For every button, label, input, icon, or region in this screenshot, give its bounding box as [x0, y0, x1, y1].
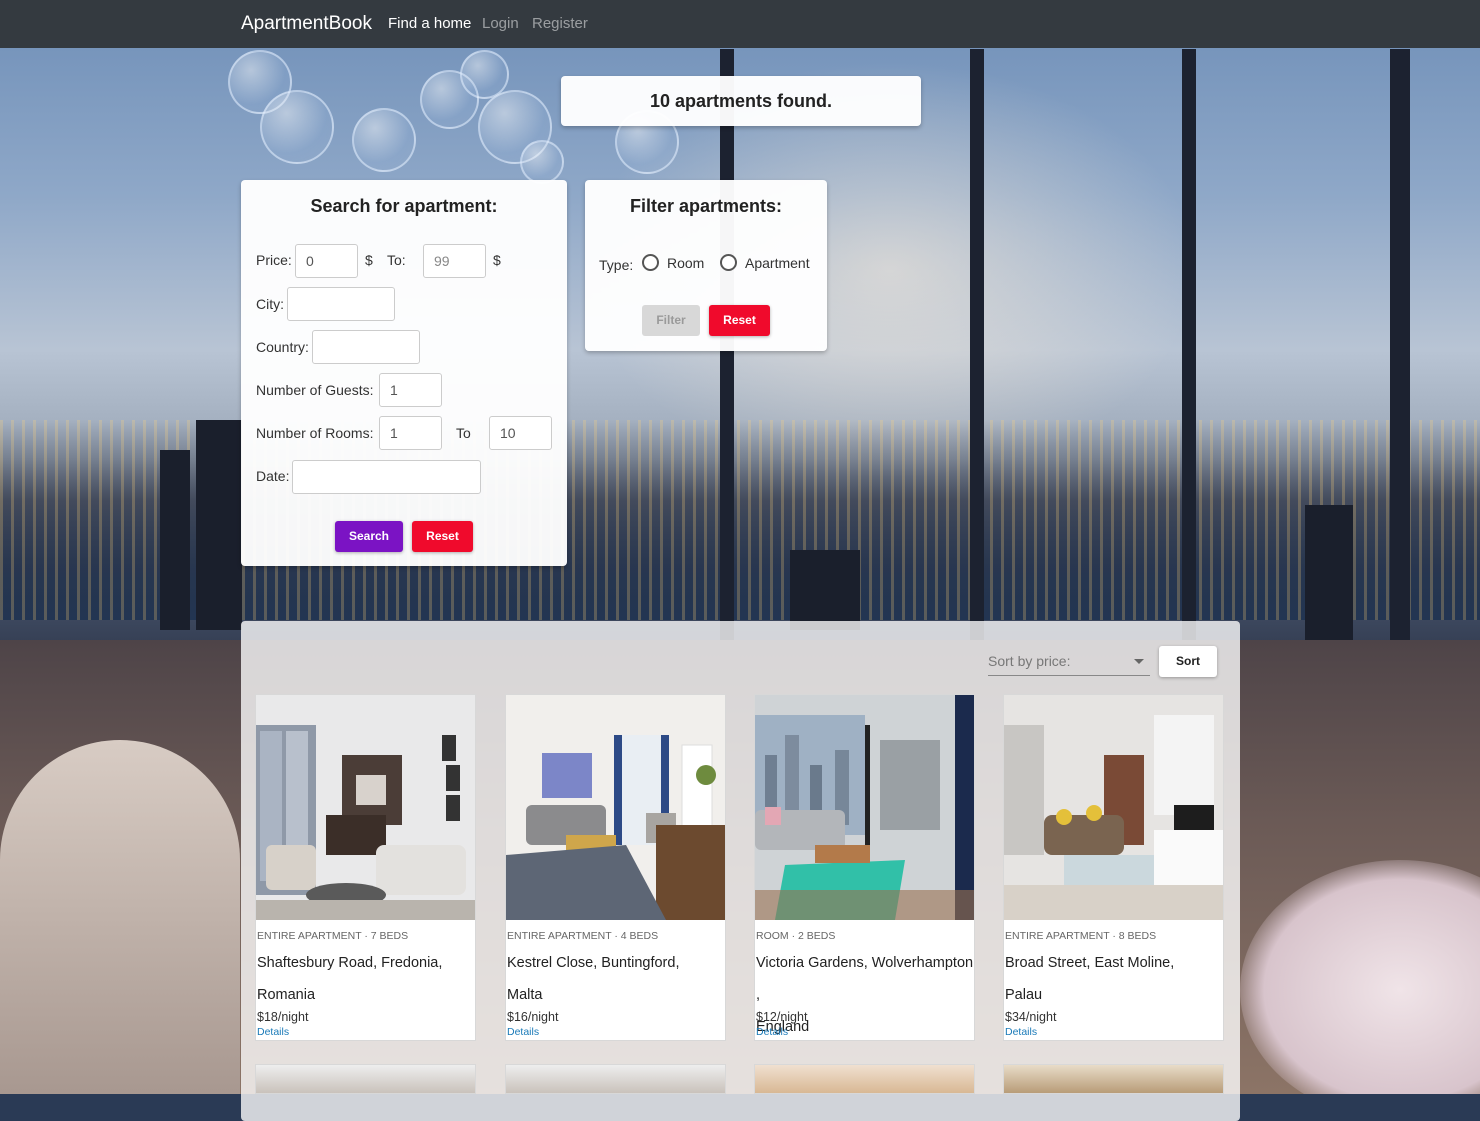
top-navbar: ApartmentBook Find a home Login Register	[0, 0, 1480, 48]
radio-room-label[interactable]: Room	[667, 255, 704, 271]
search-panel: Search for apartment: Price: 0 $ To: 99 …	[241, 180, 567, 566]
apartment-photo[interactable]	[256, 695, 475, 920]
price-to-input[interactable]: 99	[423, 244, 486, 278]
currency-label-2: $	[493, 252, 501, 268]
apartment-price: $18/night	[257, 1010, 309, 1024]
apartment-country: Palau	[1005, 987, 1043, 1003]
details-link[interactable]: Details	[756, 1026, 788, 1038]
filter-panel: Filter apartments: Type: Room Apartment …	[585, 180, 827, 351]
brand-logo[interactable]: ApartmentBook	[241, 13, 372, 35]
apartment-meta: ROOM · 2 BEDS	[756, 930, 836, 942]
apartment-address: Kestrel Close, Buntingford, Malta	[507, 947, 725, 1011]
city-input[interactable]	[287, 287, 395, 321]
apartment-country: Romania	[257, 987, 316, 1003]
apartment-meta: ENTIRE APARTMENT · 8 BEDS	[1005, 930, 1157, 942]
sort-placeholder: Sort by price:	[988, 653, 1071, 669]
apartment-card[interactable]: ENTIRE APARTMENT · 8 BEDS Broad Street, …	[1003, 694, 1224, 1041]
price-to-label: To:	[387, 252, 406, 268]
filter-button[interactable]: Filter	[642, 305, 700, 336]
country-label: Country:	[256, 339, 309, 355]
date-label: Date:	[256, 468, 290, 484]
type-label: Type:	[599, 257, 634, 273]
filter-reset-button[interactable]: Reset	[709, 305, 770, 336]
details-link[interactable]: Details	[507, 1026, 539, 1038]
country-input[interactable]	[312, 330, 420, 364]
city-label: City:	[256, 296, 284, 312]
nav-login[interactable]: Login	[482, 15, 519, 32]
radio-apartment[interactable]	[720, 254, 737, 271]
apartment-card[interactable]	[255, 1064, 476, 1094]
apartment-street: Shaftesbury Road, Fredonia,	[257, 955, 443, 971]
apartment-street: Broad Street, East Moline,	[1005, 955, 1175, 971]
apartment-card[interactable]	[505, 1064, 726, 1094]
apartment-card[interactable]: ENTIRE APARTMENT · 4 BEDS Kestrel Close,…	[505, 694, 726, 1041]
guests-input[interactable]: 1	[379, 373, 442, 407]
apartment-address: Victoria Gardens, Wolverhampton , Englan…	[756, 947, 974, 1043]
apartment-address: Shaftesbury Road, Fredonia, Romania	[257, 947, 475, 1011]
search-title: Search for apartment:	[310, 196, 498, 216]
apartment-photo[interactable]	[506, 695, 725, 920]
search-button[interactable]: Search	[335, 521, 403, 552]
apartment-country: Malta	[507, 987, 543, 1003]
search-reset-button[interactable]: Reset	[412, 521, 473, 552]
apartment-meta: ENTIRE APARTMENT · 7 BEDS	[257, 930, 409, 942]
filter-title: Filter apartments:	[629, 196, 783, 216]
rooms-label: Number of Rooms:	[256, 425, 374, 441]
apartment-meta: ENTIRE APARTMENT · 4 BEDS	[507, 930, 659, 942]
apartment-card[interactable]	[754, 1064, 975, 1094]
apartment-price: $12/night	[756, 1010, 808, 1024]
apartment-photo[interactable]	[755, 695, 974, 920]
apartment-price: $34/night	[1005, 1010, 1057, 1024]
results-count: 10 apartments found.	[561, 76, 921, 126]
nav-register[interactable]: Register	[532, 15, 588, 32]
sort-button[interactable]: Sort	[1159, 646, 1217, 677]
details-link[interactable]: Details	[1005, 1026, 1037, 1038]
apartment-address: Broad Street, East Moline, Palau	[1005, 947, 1223, 1011]
currency-label: $	[365, 252, 373, 268]
apartment-card[interactable]	[1003, 1064, 1224, 1094]
apartment-street: Kestrel Close, Buntingford,	[507, 955, 680, 971]
details-link[interactable]: Details	[257, 1026, 289, 1038]
sort-by-price-select[interactable]: Sort by price:	[988, 648, 1150, 676]
rooms-to-input[interactable]: 10	[489, 416, 552, 450]
rooms-from-input[interactable]: 1	[379, 416, 442, 450]
apartment-card[interactable]: ROOM · 2 BEDS Victoria Gardens, Wolverha…	[754, 694, 975, 1041]
guests-label: Number of Guests:	[256, 382, 374, 398]
date-input[interactable]	[292, 460, 481, 494]
chevron-down-icon	[1134, 659, 1144, 664]
apartment-price: $16/night	[507, 1010, 559, 1024]
price-label: Price:	[256, 252, 292, 268]
apartment-card[interactable]: ENTIRE APARTMENT · 7 BEDS Shaftesbury Ro…	[255, 694, 476, 1041]
rooms-to-label: To	[456, 425, 471, 441]
apartment-photo[interactable]	[1004, 695, 1223, 920]
radio-apartment-label[interactable]: Apartment	[745, 255, 810, 271]
price-from-input[interactable]: 0	[295, 244, 358, 278]
apartment-street: Victoria Gardens, Wolverhampton ,	[756, 955, 974, 1003]
radio-room[interactable]	[642, 254, 659, 271]
nav-find-home[interactable]: Find a home	[388, 15, 471, 32]
